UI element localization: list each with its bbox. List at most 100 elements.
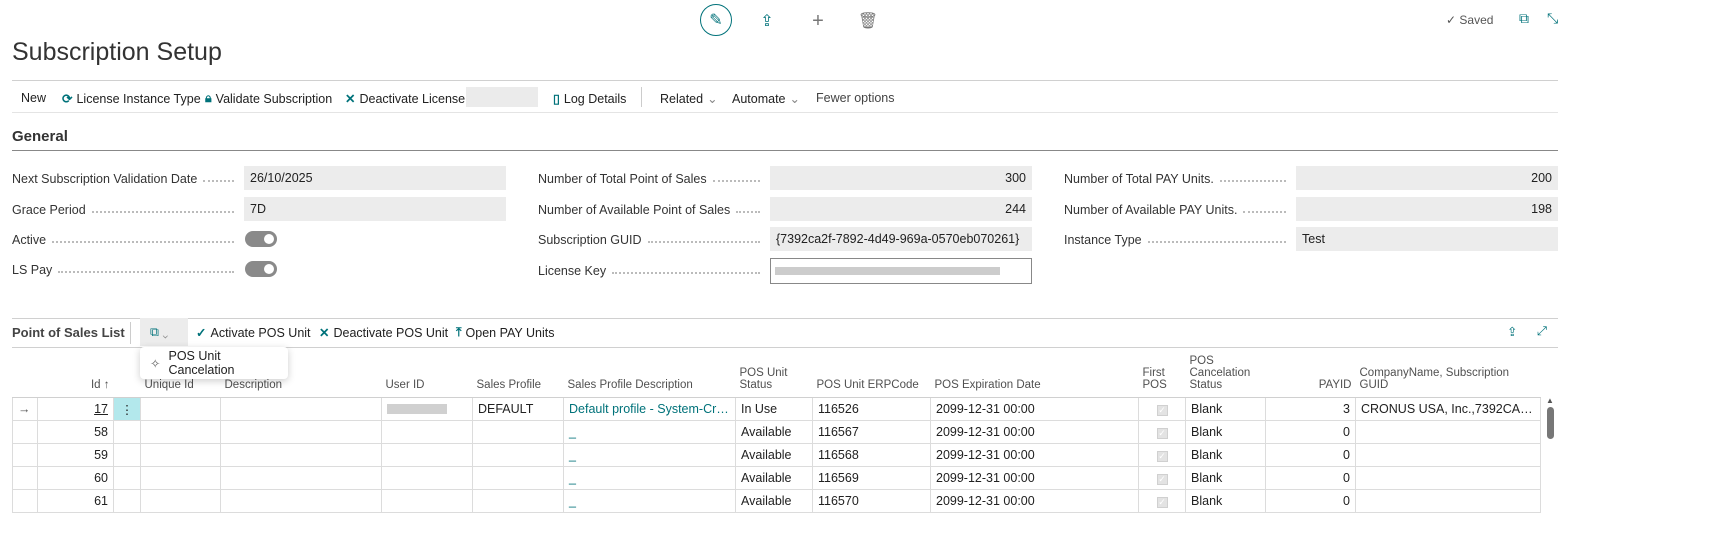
first-pos-checkbox[interactable]: ✓ <box>1138 397 1186 421</box>
avail-pay-field[interactable]: 198 <box>1296 197 1558 221</box>
status-cell[interactable]: Available <box>735 420 813 444</box>
row-actions[interactable] <box>113 489 141 513</box>
sales-profile-desc-cell[interactable]: Default profile - System-Created <box>563 397 736 421</box>
instance-type-field[interactable]: Test <box>1296 227 1558 251</box>
share-icon[interactable]: ⇪ <box>1507 324 1517 339</box>
id-cell[interactable]: 61 <box>37 489 114 513</box>
share-icon[interactable]: ⇪ <box>752 6 782 36</box>
edit-icon[interactable]: ✎ <box>700 4 732 36</box>
col-sales-profile[interactable]: Sales Profile <box>472 355 564 398</box>
expiration-cell[interactable]: 2099-12-31 00:00 <box>930 443 1139 467</box>
erpcode-cell[interactable]: 116526 <box>812 397 931 421</box>
unique-id-cell[interactable] <box>140 466 221 490</box>
description-cell[interactable] <box>220 397 382 421</box>
scrollbar[interactable]: ▲ <box>1545 396 1555 508</box>
cancel-status-cell[interactable]: Blank <box>1185 466 1266 490</box>
first-pos-checkbox[interactable]: ✓ <box>1138 443 1186 467</box>
sales-profile-desc-cell[interactable]: _ <box>563 443 736 467</box>
status-cell[interactable]: Available <box>735 443 813 467</box>
validate-subscription-button[interactable]: 🔒︎ Validate Subscription <box>205 91 332 106</box>
cancel-status-cell[interactable]: Blank <box>1185 443 1266 467</box>
erpcode-cell[interactable]: 116570 <box>812 489 931 513</box>
expand-icon[interactable]: ⤢ <box>1537 324 1547 339</box>
erpcode-cell[interactable]: 116567 <box>812 420 931 444</box>
id-cell[interactable]: 59 <box>37 443 114 467</box>
sales-profile-cell[interactable]: DEFAULT <box>472 397 564 421</box>
sales-profile-desc-cell[interactable]: _ <box>563 466 736 490</box>
pos-unit-cancelation-menu-item[interactable]: ✧ POS Unit Cancelation <box>140 347 288 379</box>
collapse-icon[interactable]: ⤡ <box>1547 10 1558 27</box>
delete-icon[interactable]: 🗑 <box>853 6 883 36</box>
company-cell[interactable] <box>1355 489 1541 513</box>
status-cell[interactable]: In Use <box>735 397 813 421</box>
first-pos-checkbox[interactable]: ✓ <box>1138 489 1186 513</box>
description-cell[interactable] <box>220 489 382 513</box>
col-id[interactable]: Id ↑ <box>37 355 114 398</box>
row-actions[interactable] <box>113 466 141 490</box>
expiration-cell[interactable]: 2099-12-31 00:00 <box>930 489 1139 513</box>
status-cell[interactable]: Available <box>735 466 813 490</box>
payid-cell[interactable]: 3 <box>1265 397 1356 421</box>
copilot-menu-button[interactable]: ⧉ ⌄ <box>140 318 188 346</box>
ls-pay-toggle[interactable] <box>245 261 277 277</box>
total-pay-field[interactable]: 200 <box>1296 166 1558 190</box>
table-row[interactable]: 58 _ Available 116567 2099-12-31 00:00 ✓… <box>12 420 1541 444</box>
table-row[interactable]: → 17 ⋮ DEFAULT Default profile - System-… <box>12 397 1541 421</box>
id-cell[interactable]: 60 <box>37 466 114 490</box>
activate-pos-button[interactable]: ✓ Activate POS Unit <box>196 325 311 341</box>
unique-id-cell[interactable] <box>140 489 221 513</box>
guid-field[interactable]: {7392ca2f-7892-4d49-969a-0570eb070261} <box>770 227 1032 251</box>
expiration-cell[interactable]: 2099-12-31 00:00 <box>930 397 1139 421</box>
user-id-cell[interactable] <box>381 443 473 467</box>
description-cell[interactable] <box>220 420 382 444</box>
open-new-window-icon[interactable]: ⧉ <box>1519 10 1529 27</box>
first-pos-checkbox[interactable]: ✓ <box>1138 420 1186 444</box>
sales-profile-desc-cell[interactable]: _ <box>563 420 736 444</box>
sales-profile-cell[interactable] <box>472 420 564 444</box>
payid-cell[interactable]: 0 <box>1265 420 1356 444</box>
expiration-cell[interactable]: 2099-12-31 00:00 <box>930 466 1139 490</box>
status-cell[interactable]: Available <box>735 489 813 513</box>
expiration-cell[interactable]: 2099-12-31 00:00 <box>930 420 1139 444</box>
col-payid[interactable]: PAYID <box>1265 355 1356 398</box>
col-first-pos[interactable]: First POS <box>1138 355 1186 398</box>
erpcode-cell[interactable]: 116568 <box>812 443 931 467</box>
cancel-status-cell[interactable]: Blank <box>1185 489 1266 513</box>
license-key-input[interactable] <box>770 258 1032 284</box>
unique-id-cell[interactable] <box>140 420 221 444</box>
user-id-cell[interactable] <box>381 489 473 513</box>
grace-period-field[interactable]: 7D <box>244 197 506 221</box>
col-sales-profile-desc[interactable]: Sales Profile Description <box>563 355 736 398</box>
payid-cell[interactable]: 0 <box>1265 489 1356 513</box>
first-pos-checkbox[interactable]: ✓ <box>1138 466 1186 490</box>
sales-profile-cell[interactable] <box>472 443 564 467</box>
new-button[interactable]: New <box>21 91 46 105</box>
user-id-cell[interactable] <box>381 420 473 444</box>
active-toggle[interactable] <box>245 231 277 247</box>
total-pos-field[interactable]: 300 <box>770 166 1032 190</box>
log-details-button[interactable]: ▯ Log Details <box>553 91 626 107</box>
related-menu[interactable]: Related ⌄ <box>660 91 718 107</box>
deactivate-pos-button[interactable]: ✕ Deactivate POS Unit <box>319 325 448 341</box>
deactivate-license-button[interactable]: ✕ Deactivate License <box>345 91 465 107</box>
col-status[interactable]: POS Unit Status <box>735 355 813 398</box>
license-instance-type-button[interactable]: ⟳ License Instance Type <box>62 91 201 107</box>
table-row[interactable]: 60 _ Available 116569 2099-12-31 00:00 ✓… <box>12 466 1541 490</box>
description-cell[interactable] <box>220 443 382 467</box>
sales-profile-cell[interactable] <box>472 489 564 513</box>
cancel-status-cell[interactable]: Blank <box>1185 420 1266 444</box>
company-cell[interactable] <box>1355 443 1541 467</box>
erpcode-cell[interactable]: 116569 <box>812 466 931 490</box>
description-cell[interactable] <box>220 466 382 490</box>
col-expiration[interactable]: POS Expiration Date <box>930 355 1139 398</box>
payid-cell[interactable]: 0 <box>1265 466 1356 490</box>
user-id-cell[interactable] <box>381 397 473 421</box>
fewer-options-button[interactable]: Fewer options <box>816 91 895 105</box>
table-row[interactable]: 59 _ Available 116568 2099-12-31 00:00 ✓… <box>12 443 1541 467</box>
id-cell[interactable]: 17 <box>37 397 114 421</box>
company-cell[interactable] <box>1355 420 1541 444</box>
unique-id-cell[interactable] <box>140 443 221 467</box>
table-row[interactable]: 61 _ Available 116570 2099-12-31 00:00 ✓… <box>12 489 1541 513</box>
col-cancel-status[interactable]: POS Cancelation Status <box>1185 355 1266 398</box>
unique-id-cell[interactable] <box>140 397 221 421</box>
